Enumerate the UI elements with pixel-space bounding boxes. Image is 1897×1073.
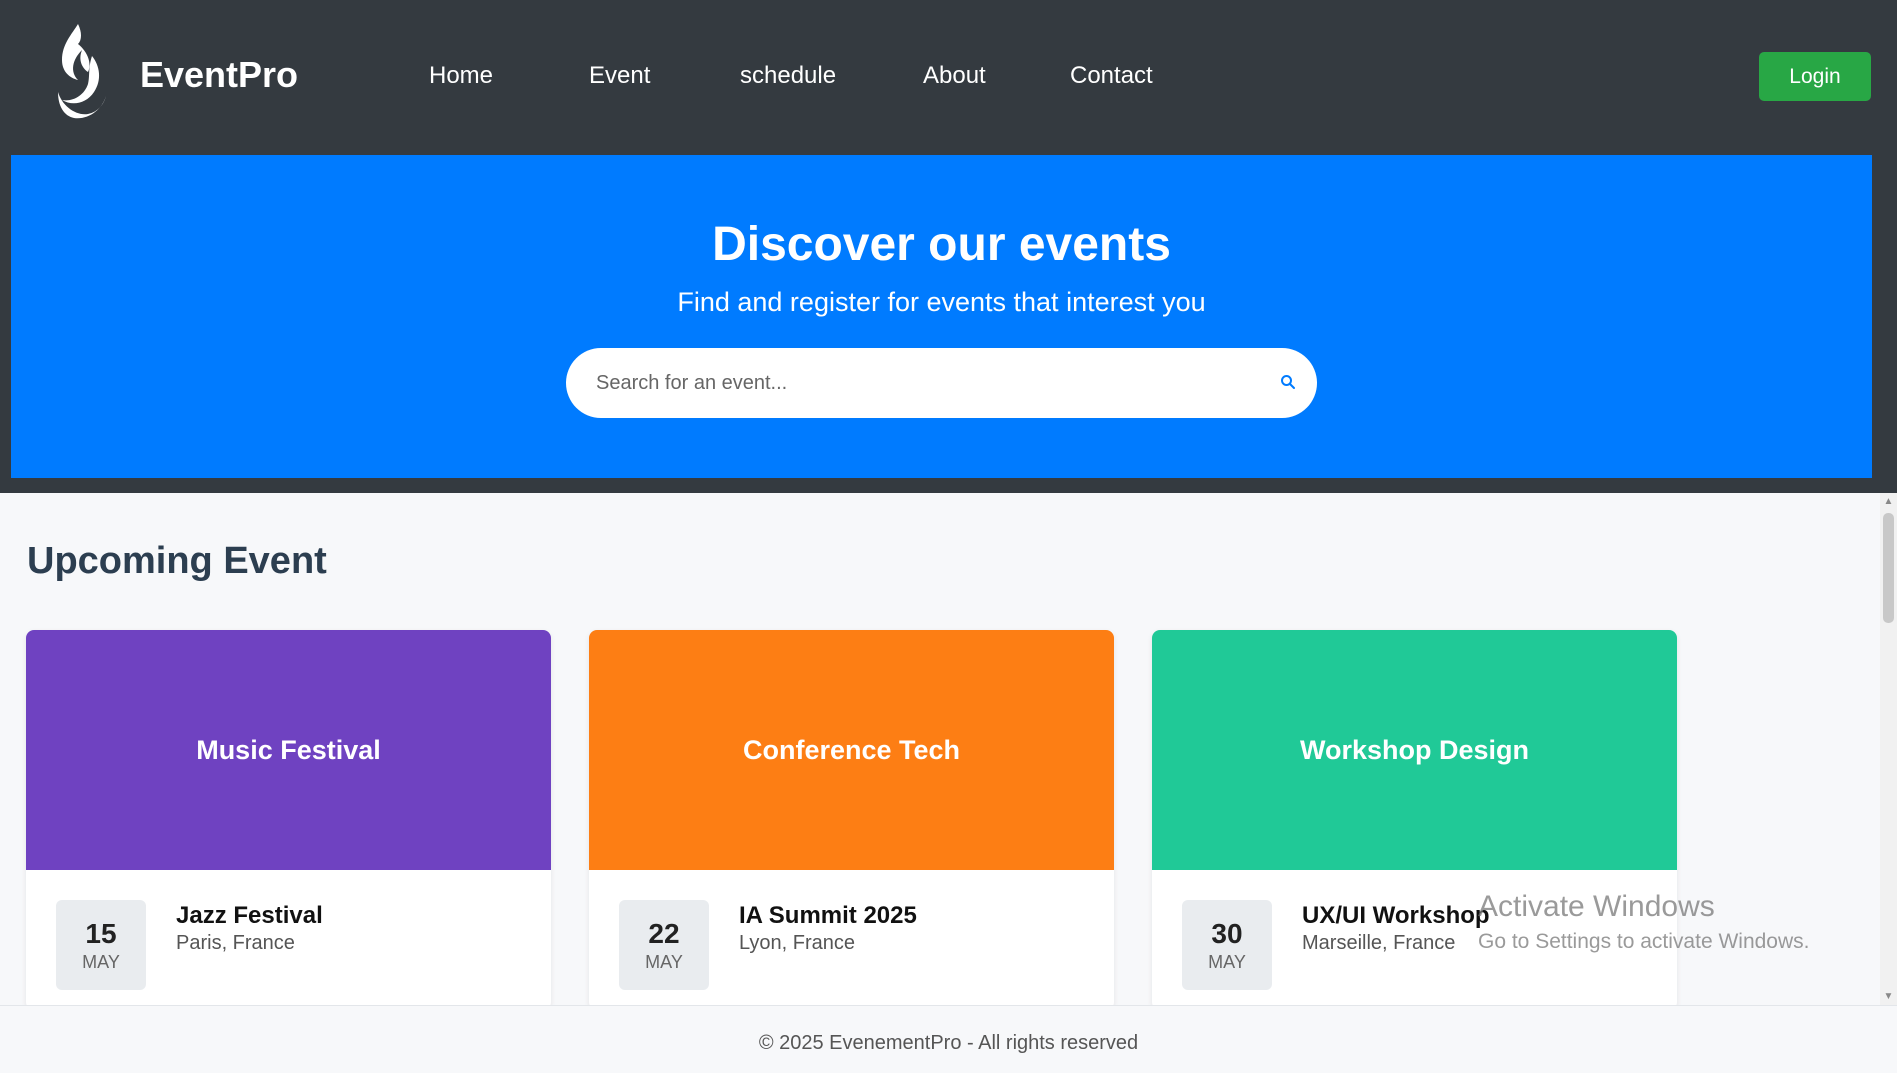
login-button[interactable]: Login: [1759, 52, 1871, 101]
date-month: MAY: [82, 952, 120, 972]
event-location: Paris, France: [176, 932, 295, 954]
event-location: Marseille, France: [1302, 932, 1456, 954]
brand[interactable]: EventPro: [48, 22, 298, 122]
nav-about[interactable]: About: [923, 62, 986, 90]
date-badge: 15 MAY: [56, 900, 146, 990]
brand-name: EventPro: [140, 54, 299, 95]
card-banner: Conference Tech: [589, 630, 1114, 870]
event-name: UX/UI Workshop: [1302, 902, 1490, 929]
nav-schedule[interactable]: schedule: [740, 62, 836, 90]
footer-text: © 2025 EvenementPro - All rights reserve…: [758, 1032, 1139, 1054]
date-badge: 30 MAY: [1182, 900, 1272, 990]
event-location: Lyon, France: [739, 932, 855, 954]
date-month: MAY: [1208, 952, 1246, 972]
watermark-title: Activate Windows: [1478, 890, 1715, 923]
card-banner: Workshop Design: [1152, 630, 1677, 870]
search-bar: [566, 348, 1317, 418]
section-title: Upcoming Event: [27, 540, 327, 582]
card-body: 15 MAY Jazz Festival Paris, France: [26, 870, 551, 1010]
vertical-scrollbar[interactable]: ▲ ▼: [1880, 493, 1897, 1005]
date-day: 15: [85, 918, 117, 949]
event-name: IA Summit 2025: [739, 902, 917, 929]
nav-contact[interactable]: Contact: [1070, 62, 1153, 90]
hero-banner: Discover our events Find and register fo…: [11, 155, 1872, 478]
card-body: 22 MAY IA Summit 2025 Lyon, France: [589, 870, 1114, 1010]
date-day: 30: [1211, 918, 1243, 949]
scroll-down-arrow-icon[interactable]: ▼: [1880, 988, 1897, 1005]
search-input[interactable]: [596, 363, 1236, 403]
card-banner: Music Festival: [26, 630, 551, 870]
flame-logo-icon: [58, 24, 106, 119]
footer: © 2025 EvenementPro - All rights reserve…: [0, 1005, 1897, 1073]
watermark-subtitle: Go to Settings to activate Windows.: [1478, 930, 1810, 953]
event-card-ia-summit[interactable]: Conference Tech 22 MAY IA Summit 2025 Ly…: [589, 630, 1114, 1010]
scroll-thumb[interactable]: [1883, 513, 1894, 623]
date-day: 22: [648, 918, 680, 949]
top-navbar: EventPro Home Event schedule About Conta…: [0, 0, 1897, 155]
search-icon: [1281, 374, 1295, 389]
nav-event[interactable]: Event: [589, 62, 650, 90]
scroll-up-arrow-icon[interactable]: ▲: [1880, 493, 1897, 510]
date-month: MAY: [645, 952, 683, 972]
search-button[interactable]: [1273, 368, 1303, 398]
hero-subtitle: Find and register for events that intere…: [677, 287, 1206, 317]
event-card-jazz-festival[interactable]: Music Festival 15 MAY Jazz Festival Pari…: [26, 630, 551, 1010]
event-name: Jazz Festival: [176, 902, 323, 929]
page: EventPro Home Event schedule About Conta…: [0, 0, 1897, 1073]
date-badge: 22 MAY: [619, 900, 709, 990]
hero-title: Discover our events: [712, 218, 1171, 271]
activate-windows-watermark: Activate Windows Go to Settings to activ…: [1478, 890, 1810, 954]
nav-home[interactable]: Home: [429, 62, 493, 90]
